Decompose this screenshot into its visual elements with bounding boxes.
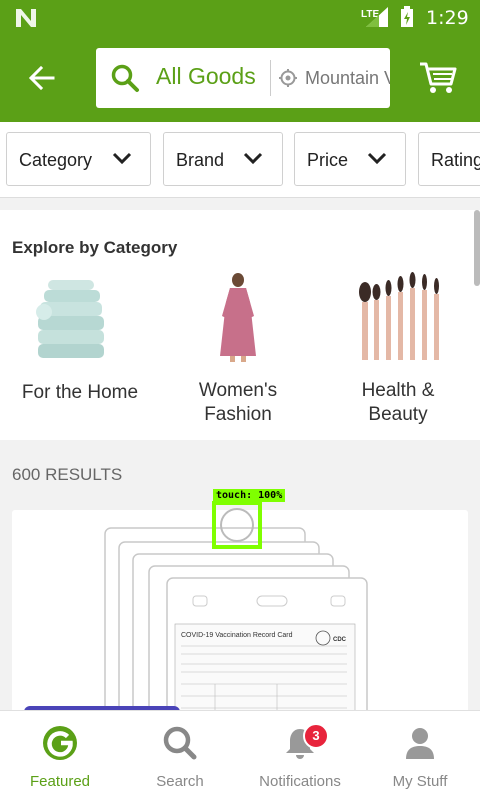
- filter-brand-dropdown[interactable]: Brand: [163, 132, 283, 186]
- filter-label: Price: [307, 150, 349, 170]
- cart-icon[interactable]: [418, 58, 458, 98]
- category-for-the-home[interactable]: For the Home: [0, 272, 160, 405]
- category-womens-fashion[interactable]: Women's Fashion: [158, 272, 318, 427]
- card-title-text: COVID-19 Vaccination Record Card: [181, 632, 293, 639]
- towels-image: [36, 280, 104, 358]
- logo-text: CDC: [333, 637, 347, 643]
- search-icon: [111, 64, 139, 92]
- app-header: All Goods Mountain View: [0, 36, 480, 122]
- category-label: Women's Fashion: [198, 380, 278, 425]
- touch-point: [220, 508, 254, 542]
- search-icon: [163, 726, 197, 760]
- notification-badge: 3: [303, 723, 329, 749]
- signal-icon: [366, 7, 388, 27]
- results-count: 600 RESULTS: [12, 465, 123, 484]
- clock: 1:29: [426, 7, 469, 29]
- filter-bar: Category Brand Price Rating: [0, 122, 480, 198]
- nav-label: Featured: [29, 773, 91, 790]
- filter-label: Category: [19, 150, 93, 170]
- chevron-down-icon: [367, 152, 387, 165]
- nav-label: Search: [156, 773, 204, 790]
- category-label: Health & Beauty: [361, 380, 435, 425]
- featured-g-icon: [43, 726, 77, 760]
- arrow-left-icon: [29, 66, 55, 90]
- filter-label: Brand: [176, 150, 225, 170]
- nav-notifications[interactable]: 3 Notifications: [240, 711, 360, 800]
- location-field[interactable]: Mountain View: [305, 68, 390, 89]
- category-health-beauty[interactable]: Health & Beauty: [318, 272, 478, 427]
- filter-price-dropdown[interactable]: Price: [294, 132, 406, 186]
- back-button[interactable]: [20, 58, 64, 98]
- makeup-brushes-image: [359, 272, 439, 360]
- explore-category-section: Explore by Category For the Home Women's…: [0, 210, 480, 440]
- status-bar: LTE 1:29: [0, 0, 480, 36]
- chevron-down-icon: [243, 152, 263, 165]
- person-icon: [406, 728, 434, 759]
- chevron-down-icon: [112, 152, 132, 165]
- location-icon: [279, 69, 297, 87]
- bottom-navigation: Featured Search 3 Notifications My Stuff: [0, 710, 480, 800]
- nav-my-stuff[interactable]: My Stuff: [360, 711, 480, 800]
- scrollbar[interactable]: [474, 210, 480, 286]
- nav-featured[interactable]: Featured: [0, 711, 120, 800]
- dress-image: [220, 273, 256, 362]
- n-logo-icon: [16, 9, 36, 27]
- section-title: Explore by Category: [12, 238, 178, 257]
- search-query[interactable]: All Goods: [156, 63, 264, 90]
- filter-rating-dropdown[interactable]: Rating: [418, 132, 480, 186]
- filter-label: Rating: [431, 150, 480, 170]
- category-label: For the Home: [21, 382, 139, 403]
- nav-search[interactable]: Search: [120, 711, 240, 800]
- battery-charging-icon: [401, 6, 413, 27]
- nav-label: Notifications: [259, 773, 341, 790]
- filter-category-dropdown[interactable]: Category: [6, 132, 151, 186]
- badge-holder-product-image: COVID-19 Vaccination Record Card CDC: [104, 527, 368, 720]
- search-divider: [270, 60, 271, 96]
- search-bar[interactable]: All Goods Mountain View: [96, 48, 390, 108]
- nav-label: My Stuff: [392, 773, 448, 790]
